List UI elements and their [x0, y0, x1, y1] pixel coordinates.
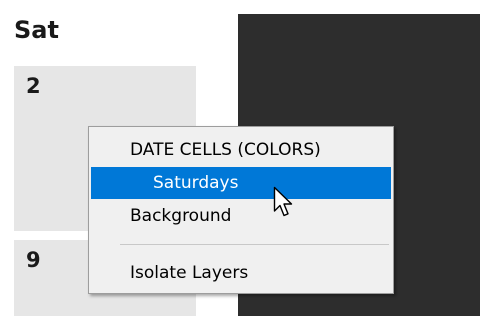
date-number: 9 [26, 248, 41, 272]
menu-item-isolate-layers[interactable]: Isolate Layers [91, 257, 391, 289]
context-menu: DATE CELLS (COLORS) Saturdays Background… [88, 126, 394, 294]
date-number: 2 [26, 74, 41, 98]
menu-header-date-cells-colors[interactable]: DATE CELLS (COLORS) [91, 134, 391, 166]
day-header-saturday: Sat [14, 16, 59, 44]
mouse-pointer-icon [273, 186, 293, 217]
menu-item-background[interactable]: Background [91, 200, 391, 232]
menu-separator [120, 244, 389, 245]
menu-item-saturdays[interactable]: Saturdays [91, 167, 391, 199]
